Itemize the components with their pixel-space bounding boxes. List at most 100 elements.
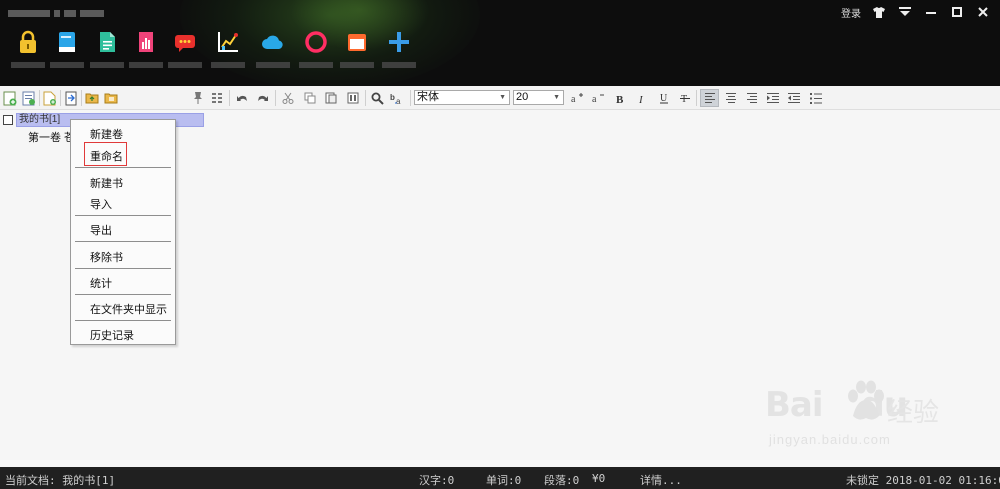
bullet-list-icon bbox=[810, 92, 822, 104]
launcher-label bbox=[256, 62, 290, 68]
launcher-add[interactable] bbox=[378, 30, 420, 74]
minimize-button[interactable] bbox=[918, 4, 944, 20]
pin-icon bbox=[194, 92, 202, 104]
search-button[interactable] bbox=[369, 90, 385, 106]
strikethrough-button[interactable]: T bbox=[677, 90, 693, 106]
close-button[interactable] bbox=[970, 4, 996, 20]
align-right-button[interactable] bbox=[744, 90, 760, 106]
status-lock-time: 未锁定 2018-01-02 01:16:04 bbox=[846, 474, 1000, 487]
menu-item-history[interactable]: 历史记录 bbox=[90, 327, 134, 343]
launcher-label bbox=[129, 62, 163, 68]
launcher-ring[interactable] bbox=[295, 30, 337, 74]
menu-item-show-in-folder[interactable]: 在文件夹中显示 bbox=[90, 301, 167, 317]
launcher-stats[interactable] bbox=[125, 30, 167, 74]
bullet-list-button[interactable] bbox=[808, 90, 824, 106]
italic-button[interactable]: I bbox=[634, 90, 650, 106]
underline-button[interactable]: U bbox=[656, 90, 672, 106]
open-folder-button[interactable] bbox=[84, 90, 100, 106]
align-left-button[interactable] bbox=[700, 89, 719, 107]
chevron-down-icon: ▼ bbox=[499, 94, 506, 101]
search-icon bbox=[371, 92, 384, 105]
outline-button[interactable] bbox=[209, 90, 225, 106]
redo-button[interactable] bbox=[255, 90, 271, 106]
launcher-label bbox=[90, 62, 124, 68]
maximize-icon bbox=[952, 7, 962, 17]
menu-separator bbox=[75, 241, 171, 242]
bold-icon: B bbox=[616, 94, 624, 104]
plus-icon bbox=[389, 32, 409, 52]
editor-toolbar: ba 宋体 ▼ 20 ▼ a a B I U T bbox=[0, 86, 1000, 110]
menu-item-import[interactable]: 导入 bbox=[90, 196, 112, 212]
app-window: 登录 b a 宋体 ▼ 20 ▼ a a B I U 我的书[1] 第一卷 苍 … bbox=[0, 0, 1000, 489]
window-icon bbox=[348, 34, 366, 51]
svg-text:a: a bbox=[592, 94, 597, 104]
launcher-book[interactable] bbox=[46, 30, 88, 74]
font-increase-icon: a bbox=[571, 93, 583, 104]
launcher-window[interactable] bbox=[336, 30, 378, 74]
maximize-button[interactable] bbox=[944, 4, 970, 20]
outdent-button[interactable] bbox=[786, 90, 802, 106]
launcher-cloud[interactable] bbox=[252, 30, 294, 74]
cut-icon bbox=[282, 92, 294, 104]
watermark-url: jingyan.baidu.com bbox=[769, 432, 891, 447]
launcher-label bbox=[168, 62, 202, 68]
menu-separator bbox=[75, 167, 171, 168]
menu-item-new-volume[interactable]: 新建卷 bbox=[90, 126, 123, 142]
toolbar-separator bbox=[275, 90, 276, 106]
menu-item-export[interactable]: 导出 bbox=[90, 222, 112, 238]
title-bar: 登录 bbox=[0, 0, 1000, 86]
cut-button[interactable] bbox=[280, 90, 296, 106]
tree-node-volume[interactable]: 第一卷 苍 bbox=[28, 129, 75, 145]
new-chapter-button[interactable] bbox=[42, 90, 58, 106]
font-family-select[interactable]: 宋体 ▼ bbox=[414, 90, 510, 105]
paw-icon bbox=[848, 380, 884, 420]
menu-separator bbox=[75, 294, 171, 295]
align-right-icon bbox=[747, 93, 757, 103]
toolbar-separator bbox=[229, 90, 230, 106]
launcher-chart[interactable] bbox=[207, 30, 249, 74]
increase-font-button[interactable]: a bbox=[570, 90, 586, 106]
launcher-label bbox=[382, 62, 416, 68]
paste-button[interactable] bbox=[323, 90, 339, 106]
italic-icon: I bbox=[638, 94, 644, 104]
minimize-icon bbox=[926, 12, 936, 14]
align-center-icon bbox=[726, 93, 736, 103]
status-details-link[interactable]: 详情... bbox=[640, 472, 682, 488]
strikethrough-icon: T bbox=[680, 94, 690, 104]
menu-item-rename[interactable]: 重命名 bbox=[90, 148, 123, 164]
app-title-blurred bbox=[8, 7, 118, 17]
align-center-button[interactable] bbox=[723, 90, 739, 106]
indent-button[interactable] bbox=[765, 90, 781, 106]
pin-button[interactable] bbox=[190, 90, 206, 106]
toolbar-separator bbox=[365, 90, 366, 106]
replace-button[interactable]: ba bbox=[389, 90, 405, 106]
undo-button[interactable] bbox=[234, 90, 250, 106]
tree-expand-box[interactable] bbox=[3, 114, 13, 125]
menu-item-remove-book[interactable]: 移除书 bbox=[90, 249, 123, 265]
status-char-count: 汉字:0 bbox=[419, 474, 455, 487]
launcher-lock[interactable] bbox=[7, 30, 49, 74]
font-size-select[interactable]: 20 ▼ bbox=[513, 90, 564, 105]
menu-separator bbox=[75, 215, 171, 216]
new-book-button[interactable] bbox=[2, 90, 18, 106]
menu-item-statistics[interactable]: 统计 bbox=[90, 275, 112, 291]
menu-dropdown-button[interactable] bbox=[892, 4, 918, 20]
folder-settings-button[interactable] bbox=[103, 90, 119, 106]
import-button[interactable] bbox=[63, 90, 79, 106]
menu-item-new-book[interactable]: 新建书 bbox=[90, 175, 123, 191]
launcher-message[interactable] bbox=[164, 30, 206, 74]
lock-icon bbox=[20, 30, 36, 53]
window-controls: 登录 bbox=[836, 4, 996, 20]
tshirt-icon bbox=[873, 6, 885, 18]
skin-button[interactable] bbox=[866, 4, 892, 20]
indent-icon bbox=[767, 92, 779, 103]
launcher-document[interactable] bbox=[86, 30, 128, 74]
copy-icon bbox=[304, 92, 316, 104]
copy-button[interactable] bbox=[302, 90, 318, 106]
new-volume-button[interactable] bbox=[21, 90, 37, 106]
decrease-font-button[interactable]: a bbox=[591, 90, 607, 106]
import-icon bbox=[65, 91, 77, 105]
login-link[interactable]: 登录 bbox=[836, 4, 866, 20]
layout-button[interactable] bbox=[345, 90, 361, 106]
bold-button[interactable]: B bbox=[612, 90, 628, 106]
